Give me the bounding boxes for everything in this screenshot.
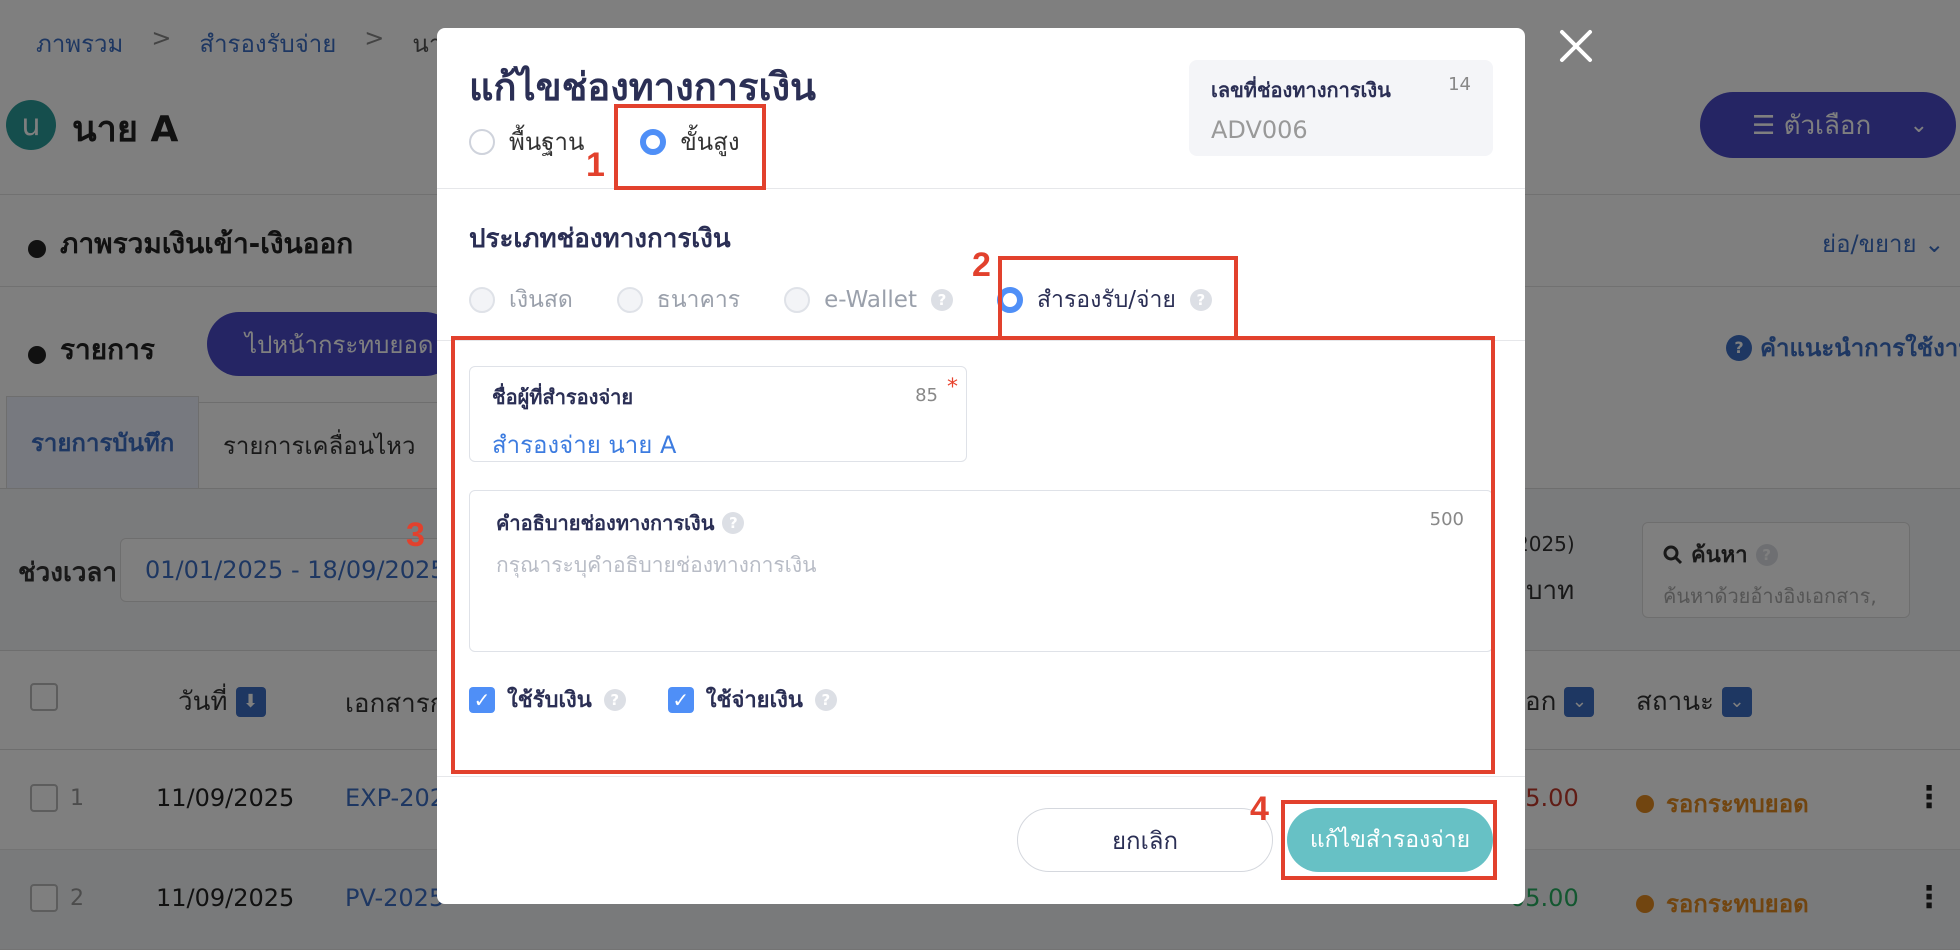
annotation-number-2: 2: [972, 246, 991, 284]
divider: [437, 188, 1525, 189]
radio-icon: [469, 287, 495, 313]
annotation-box-4: [1281, 800, 1497, 880]
type-ewallet-option: e-Wallet ?: [784, 287, 953, 313]
annotation-number-1: 1: [586, 146, 605, 184]
divider: [437, 776, 1525, 777]
type-bank-option: ธนาคาร: [616, 282, 741, 318]
channel-number-count: 14: [1448, 74, 1471, 95]
annotation-number-3: 3: [406, 516, 425, 554]
help-icon[interactable]: ?: [930, 289, 953, 311]
annotation-box-1: [614, 104, 766, 190]
annotation-box-3: [451, 336, 1495, 774]
channel-number-field: เลขที่ช่องทางการเงิน 14 ADV006: [1189, 60, 1493, 156]
mode-basic-label: พื้นฐาน: [509, 128, 585, 156]
channel-number-value: ADV006: [1211, 116, 1308, 144]
annotation-number-4: 4: [1250, 790, 1269, 828]
annotation-box-2: [998, 256, 1238, 340]
radio-icon: [784, 287, 811, 313]
close-icon[interactable]: [1556, 26, 1596, 66]
channel-type-title: ประเภทช่องทางการเงิน: [469, 224, 731, 254]
radio-icon: [616, 287, 643, 313]
type-cash-option: เงินสด: [469, 282, 573, 318]
radio-icon[interactable]: [469, 128, 495, 155]
channel-number-label: เลขที่ช่องทางการเงิน: [1211, 78, 1391, 102]
cancel-button[interactable]: ยกเลิก: [1017, 808, 1273, 872]
type-ewallet-label: e-Wallet: [824, 287, 917, 313]
type-bank-label: ธนาคาร: [656, 287, 741, 313]
mode-basic-option[interactable]: พื้นฐาน: [469, 122, 584, 161]
type-cash-label: เงินสด: [509, 287, 573, 313]
